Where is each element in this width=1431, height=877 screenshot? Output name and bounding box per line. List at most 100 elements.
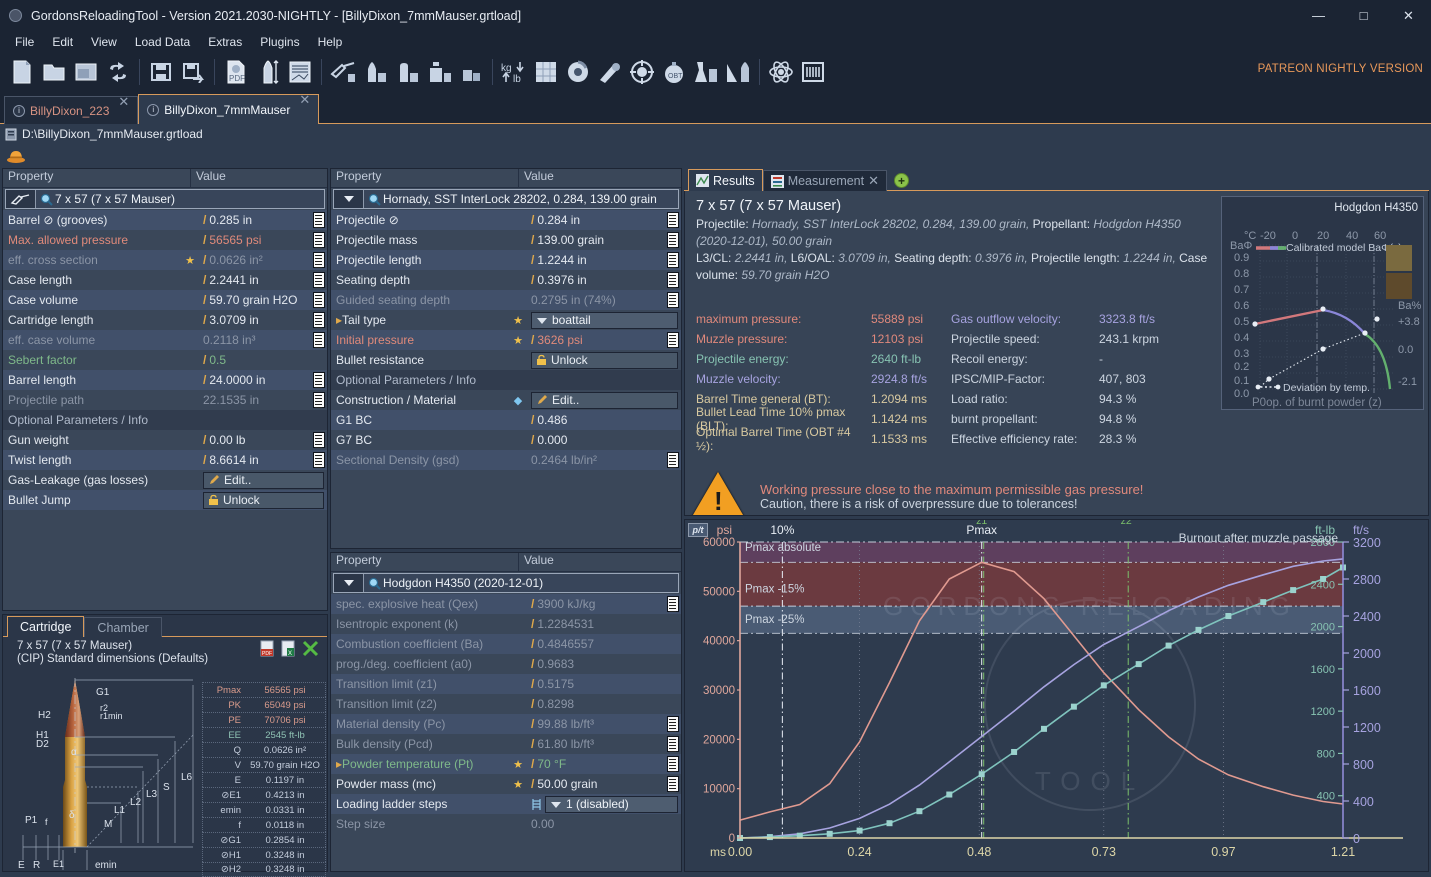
save-as-icon[interactable] [177, 55, 209, 89]
ruler-icon[interactable] [313, 232, 325, 248]
ruler-icon[interactable] [667, 756, 679, 772]
document-tab-0[interactable]: i BillyDixon_223 ✕ [4, 95, 139, 124]
combo-box[interactable]: 1 (disabled) [545, 795, 678, 813]
property-row[interactable]: Twist length/8.6614 in [3, 450, 327, 470]
ruler-icon[interactable] [667, 332, 679, 348]
ruler-icon[interactable] [667, 292, 679, 308]
property-row[interactable]: Projectile length/1.2244 in [331, 250, 681, 270]
ruler-icon[interactable] [313, 372, 325, 388]
property-row[interactable]: Barrel length/24.0000 in [3, 370, 327, 390]
ruler-icon[interactable] [667, 736, 679, 752]
chevron-down-icon[interactable] [334, 574, 364, 592]
menu-item-file[interactable]: File [6, 33, 43, 51]
caliper-icon[interactable] [722, 55, 754, 89]
ruler-icon[interactable] [667, 272, 679, 288]
cowboy-hat-icon[interactable] [6, 148, 26, 164]
atom-icon[interactable] [765, 55, 797, 89]
property-row[interactable]: Projectile mass/139.00 grain [331, 230, 681, 250]
property-row[interactable]: Case length/2.2441 in [3, 270, 327, 290]
property-row[interactable]: Loading ladder steps 1 (disabled) [331, 794, 681, 814]
primer-stack-icon[interactable] [455, 55, 487, 89]
property-row[interactable]: Gas-Leakage (gas losses) Edit.. [3, 470, 327, 490]
edit-button[interactable]: Edit.. [531, 391, 678, 409]
open-folder-icon[interactable] [38, 55, 70, 89]
pt-badge[interactable]: p/t [688, 523, 708, 537]
property-row[interactable]: Case volume/59.70 grain H2O [3, 290, 327, 310]
ruler-icon[interactable] [313, 432, 325, 448]
units-kg-lb-icon[interactable]: kg lb [498, 55, 530, 89]
edit-button[interactable]: Edit.. [203, 471, 324, 489]
info-icon[interactable]: ◆ [511, 394, 525, 407]
property-row[interactable]: Guided seating depth 0.2795 in (74%) [331, 290, 681, 310]
property-row[interactable]: spec. explosive heat (Qex) /3900 kJ/kg [331, 594, 681, 614]
favorite-star-icon[interactable]: ★ [511, 314, 525, 327]
property-row[interactable]: Max. allowed pressure/56565 psi [3, 230, 327, 250]
results-tab-measurement[interactable]: Measurement ✕ [762, 170, 888, 191]
property-row[interactable]: G7 BC/0.000 [331, 430, 681, 450]
reload-icon[interactable] [102, 55, 134, 89]
property-row[interactable]: Seating depth/0.3976 in [331, 270, 681, 290]
ruler-icon[interactable] [313, 292, 325, 308]
property-row[interactable]: Bulk density (Pcd) /61.80 lb/ft³ [331, 734, 681, 754]
menu-item-help[interactable]: Help [309, 33, 352, 51]
maximize-button[interactable]: □ [1341, 0, 1386, 31]
property-row[interactable]: eff. cross section ★/0.0626 in² [3, 250, 327, 270]
cartridge-measure-icon[interactable] [252, 55, 284, 89]
data-table-icon[interactable] [284, 55, 316, 89]
ruler-icon[interactable] [313, 212, 325, 228]
unlock-button[interactable]: Unlock [203, 491, 324, 509]
minimize-button[interactable]: — [1296, 0, 1341, 31]
ruler-icon[interactable] [313, 332, 325, 348]
menu-item-plugins[interactable]: Plugins [251, 33, 308, 51]
projectile-selector[interactable]: Hornady, SST InterLock 28202, 0.284, 139… [333, 189, 679, 209]
property-row[interactable]: Sebert factor/0.5 [3, 350, 327, 370]
favorite-star-icon[interactable]: ★ [511, 758, 525, 771]
property-row[interactable]: Step size 0.00 [331, 814, 681, 834]
grid-icon[interactable] [530, 55, 562, 89]
property-row[interactable]: Bullet Jump Unlock [3, 490, 327, 510]
bomb-icon[interactable]: OBT [658, 55, 690, 89]
property-row[interactable]: Transition limit (z2) /0.8298 [331, 694, 681, 714]
property-row[interactable]: ▸Powder temperature (Pt) ★/70 °F [331, 754, 681, 774]
ruler-icon[interactable] [313, 312, 325, 328]
export-pdf-icon[interactable]: PDF [220, 55, 252, 89]
bullet-stack-icon[interactable] [359, 55, 391, 89]
rifle-icon[interactable] [327, 55, 359, 89]
powder-swirl-icon[interactable] [562, 55, 594, 89]
property-row[interactable]: Initial pressure ★/3626 psi [331, 330, 681, 350]
cartridge-tab-cartridge[interactable]: Cartridge [7, 616, 85, 637]
strain-gauge-icon[interactable] [797, 55, 829, 89]
results-tab-close[interactable]: ✕ [868, 173, 879, 189]
ruler-icon[interactable] [313, 452, 325, 468]
property-row[interactable]: Transition limit (z1) /0.5175 [331, 674, 681, 694]
cartridge-tab-chamber[interactable]: Chamber [84, 617, 162, 637]
property-row[interactable]: Sectional Density (gsd) 0.2464 lb/in² [331, 450, 681, 470]
powder-can-icon[interactable] [423, 55, 455, 89]
property-row[interactable]: prog./deg. coefficient (a0) /0.9683 [331, 654, 681, 674]
ruler-icon[interactable] [667, 252, 679, 268]
ruler-icon[interactable] [667, 776, 679, 792]
property-row[interactable]: Projectile path 22.1535 in [3, 390, 327, 410]
export-excel-icon[interactable]: X [281, 640, 296, 657]
menu-item-edit[interactable]: Edit [43, 33, 82, 51]
property-row[interactable]: Combustion coefficient (Ba) /0.4846557 [331, 634, 681, 654]
ruler-icon[interactable] [313, 272, 325, 288]
document-tab-close[interactable]: ✕ [299, 93, 310, 106]
unlock-button[interactable]: Unlock [531, 351, 678, 369]
property-row[interactable]: Barrel ⊘ (grooves) /0.285 in [3, 210, 327, 230]
document-tab-1[interactable]: i BillyDixon_7mmMauser ✕ [138, 93, 320, 124]
new-file-icon[interactable] [6, 55, 38, 89]
menu-item-load-data[interactable]: Load Data [126, 33, 199, 51]
powder-selector[interactable]: Hodgdon H4350 (2020-12-01) [333, 573, 679, 593]
property-row[interactable]: Isentropic exponent (k) /1.2284531 [331, 614, 681, 634]
document-tab-close[interactable]: ✕ [118, 95, 129, 108]
ruler-icon[interactable] [313, 392, 325, 408]
ruler-icon[interactable] [667, 596, 679, 612]
target-icon[interactable] [626, 55, 658, 89]
combo-box[interactable]: boattail [531, 311, 678, 329]
ruler-icon[interactable] [667, 716, 679, 732]
favorite-star-icon[interactable]: ★ [183, 254, 197, 267]
ruler-icon[interactable] [667, 212, 679, 228]
property-row[interactable]: Cartridge length/3.0709 in [3, 310, 327, 330]
rifle-icon[interactable] [6, 190, 36, 208]
